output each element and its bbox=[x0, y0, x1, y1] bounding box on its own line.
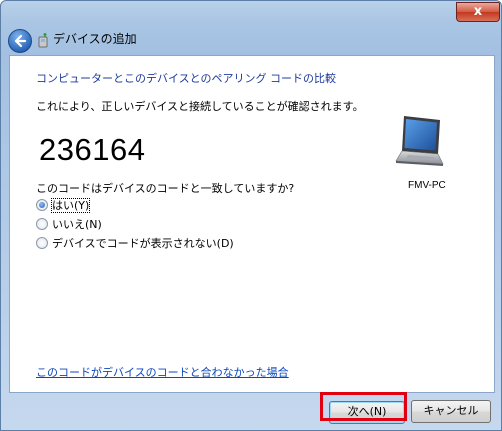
back-button[interactable] bbox=[8, 29, 32, 53]
radio-no[interactable]: いいえ(N) bbox=[36, 217, 102, 232]
add-device-window: x デバイスの追加 コンピューターとこのデバイスとのペアリング コードの比較 こ… bbox=[0, 0, 502, 431]
radio-yes[interactable]: はい(Y) bbox=[36, 198, 91, 213]
back-arrow-icon bbox=[14, 34, 27, 48]
bluetooth-device-icon bbox=[38, 33, 48, 48]
radio-no-label: いいえ(N) bbox=[52, 218, 102, 231]
pairing-code: 236164 bbox=[39, 132, 146, 167]
title-bar: デバイスの追加 bbox=[1, 21, 501, 55]
device-name: FMV-PC bbox=[408, 180, 446, 191]
confirm-question: このコードはデバイスのコードと一致していますか? bbox=[36, 182, 295, 195]
radio-not-shown-label: デバイスでコードが表示されない(D) bbox=[52, 237, 234, 250]
description-text: これにより、正しいデバイスと接続していることが確認されます。 bbox=[36, 100, 364, 113]
code-mismatch-link[interactable]: このコードがデバイスのコードと合わなかった場合 bbox=[36, 364, 289, 380]
radio-unselected-icon bbox=[36, 218, 48, 230]
close-icon: x bbox=[473, 4, 483, 19]
laptop-icon bbox=[395, 116, 444, 166]
cancel-button[interactable]: キャンセル bbox=[411, 400, 491, 423]
radio-unselected-icon bbox=[36, 237, 48, 249]
radio-selected-icon bbox=[36, 199, 48, 211]
content-panel: コンピューターとこのデバイスとのペアリング コードの比較 これにより、正しいデバ… bbox=[9, 55, 495, 393]
window-title: デバイスの追加 bbox=[53, 32, 137, 46]
page-heading: コンピューターとこのデバイスとのペアリング コードの比較 bbox=[36, 72, 337, 85]
radio-yes-label: はい(Y) bbox=[50, 198, 91, 213]
highlight-frame bbox=[320, 392, 407, 421]
close-button[interactable]: x bbox=[456, 2, 500, 22]
radio-not-shown[interactable]: デバイスでコードが表示されない(D) bbox=[36, 236, 234, 251]
